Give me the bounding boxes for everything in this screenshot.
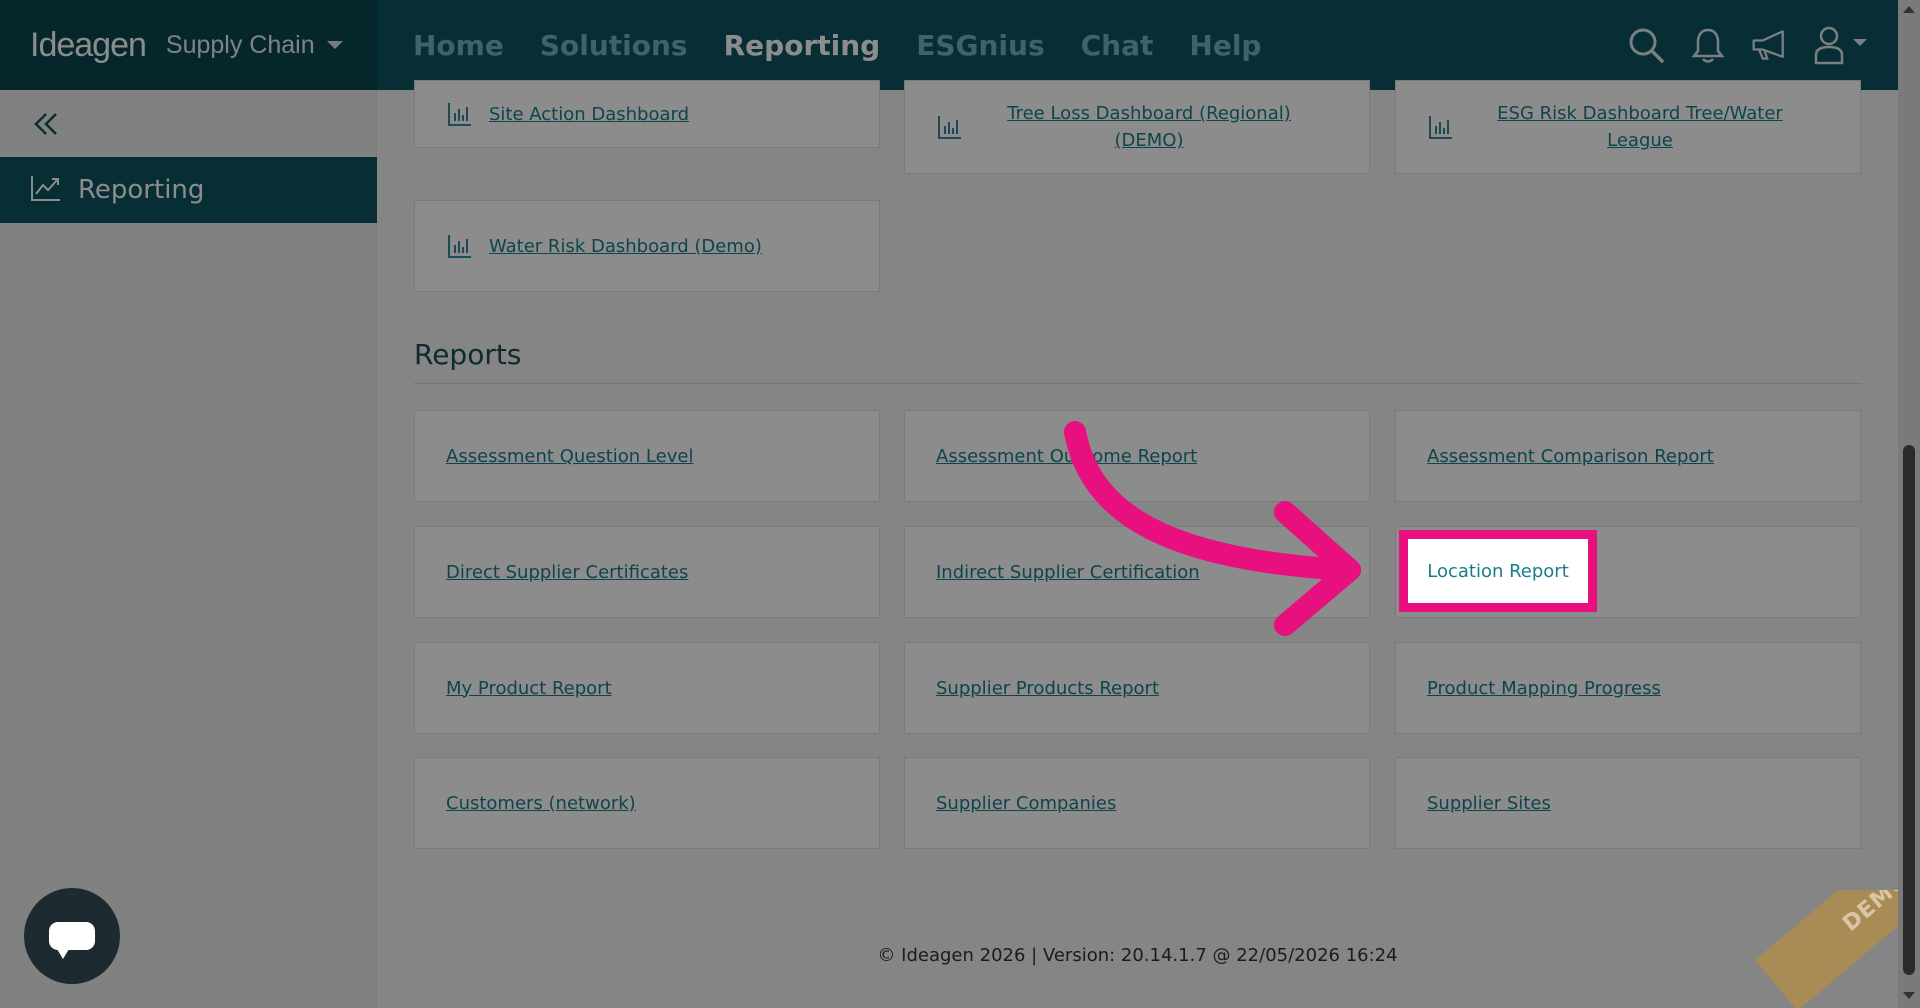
demo-ribbon: DEMO	[1745, 890, 1898, 1008]
footer-version: © Ideagen 2026 | Version: 20.14.1.7 @ 22…	[877, 945, 1398, 966]
demo-ribbon-label: DEMO	[1755, 890, 1898, 1008]
sidebar-item-reporting[interactable]: Reporting	[0, 157, 377, 223]
dashboard-card-site-action: Site Action Dashboard	[414, 80, 880, 148]
report-link-product-mapping-progress[interactable]: Product Mapping Progress	[1427, 678, 1661, 699]
bell-icon[interactable]	[1688, 25, 1728, 65]
caret-down-icon	[326, 41, 343, 49]
dashboard-link[interactable]: Tree Loss Dashboard (Regional) (DEMO)	[979, 100, 1319, 154]
bar-chart-icon	[447, 233, 473, 259]
nav-solutions[interactable]: Solutions	[540, 29, 688, 62]
dashboard-card-esg-risk: ESG Risk Dashboard Tree/Water League	[1395, 80, 1861, 174]
header-actions	[1626, 25, 1898, 65]
nav-help[interactable]: Help	[1189, 29, 1261, 62]
dashboard-link[interactable]: Water Risk Dashboard (Demo)	[489, 236, 762, 257]
report-link-assessment-question-level[interactable]: Assessment Question Level	[446, 446, 693, 467]
sidebar: Reporting	[0, 90, 377, 1008]
report-link-supplier-products[interactable]: Supplier Products Report	[936, 678, 1159, 699]
chat-bubble-icon	[49, 922, 95, 959]
scroll-thumb[interactable]	[1903, 445, 1915, 975]
nav-chat[interactable]: Chat	[1081, 29, 1154, 62]
page-scrollbar[interactable]	[1898, 0, 1920, 1008]
report-card: Direct Supplier Certificates	[414, 526, 880, 618]
brand-logo: Ideagen	[30, 25, 147, 64]
chat-widget-button[interactable]	[24, 888, 120, 984]
report-card: Supplier Companies	[904, 757, 1370, 849]
report-link-supplier-sites[interactable]: Supplier Sites	[1427, 793, 1551, 814]
nav-reporting[interactable]: Reporting	[724, 29, 881, 62]
reports-section-title: Reports	[414, 338, 522, 371]
dashboard-link[interactable]: ESG Risk Dashboard Tree/Water League	[1470, 100, 1810, 154]
scroll-down-arrow-icon[interactable]	[1903, 992, 1915, 999]
report-card: Assessment Question Level	[414, 410, 880, 502]
report-link-supplier-companies[interactable]: Supplier Companies	[936, 793, 1116, 814]
report-card: Supplier Products Report	[904, 642, 1370, 734]
report-card: My Product Report	[414, 642, 880, 734]
brand-switcher[interactable]: Ideagen Supply Chain	[0, 0, 377, 90]
dashboard-card-water-risk: Water Risk Dashboard (Demo)	[414, 200, 880, 292]
scroll-up-arrow-icon[interactable]	[1903, 6, 1915, 13]
report-link-my-product[interactable]: My Product Report	[446, 678, 612, 699]
report-card: Product Mapping Progress	[1395, 642, 1861, 734]
dashboard-card-tree-loss: Tree Loss Dashboard (Regional) (DEMO)	[904, 80, 1370, 174]
location-report-highlight[interactable]: Location Report	[1399, 530, 1597, 612]
dashboard-link[interactable]: Site Action Dashboard	[489, 104, 689, 125]
main-nav: Home Solutions Reporting ESGnius Chat He…	[413, 29, 1261, 62]
report-link-location-report[interactable]: Location Report	[1427, 561, 1569, 582]
nav-esgnius[interactable]: ESGnius	[916, 29, 1044, 62]
report-link-customers-network[interactable]: Customers (network)	[446, 793, 636, 814]
search-icon[interactable]	[1626, 25, 1666, 65]
bar-chart-icon	[937, 114, 963, 140]
report-card: Supplier Sites	[1395, 757, 1861, 849]
double-chevron-left-icon[interactable]	[32, 110, 60, 138]
bar-chart-icon	[1428, 114, 1454, 140]
sidebar-item-label: Reporting	[78, 175, 205, 205]
report-link-direct-supplier-certificates[interactable]: Direct Supplier Certificates	[446, 562, 688, 583]
report-link-assessment-comparison[interactable]: Assessment Comparison Report	[1427, 446, 1714, 467]
bar-chart-icon	[447, 101, 473, 127]
trend-chart-icon	[30, 174, 62, 206]
report-card: Customers (network)	[414, 757, 880, 849]
report-card: Assessment Comparison Report	[1395, 410, 1861, 502]
megaphone-icon[interactable]	[1750, 25, 1790, 65]
user-icon[interactable]	[1812, 25, 1872, 65]
nav-home[interactable]: Home	[413, 29, 504, 62]
brand-product-name: Supply Chain	[165, 30, 315, 59]
section-divider	[414, 383, 1862, 384]
pointer-arrow-icon	[1064, 421, 1361, 636]
top-header: Ideagen Supply Chain Home Solutions Repo…	[0, 0, 1898, 90]
